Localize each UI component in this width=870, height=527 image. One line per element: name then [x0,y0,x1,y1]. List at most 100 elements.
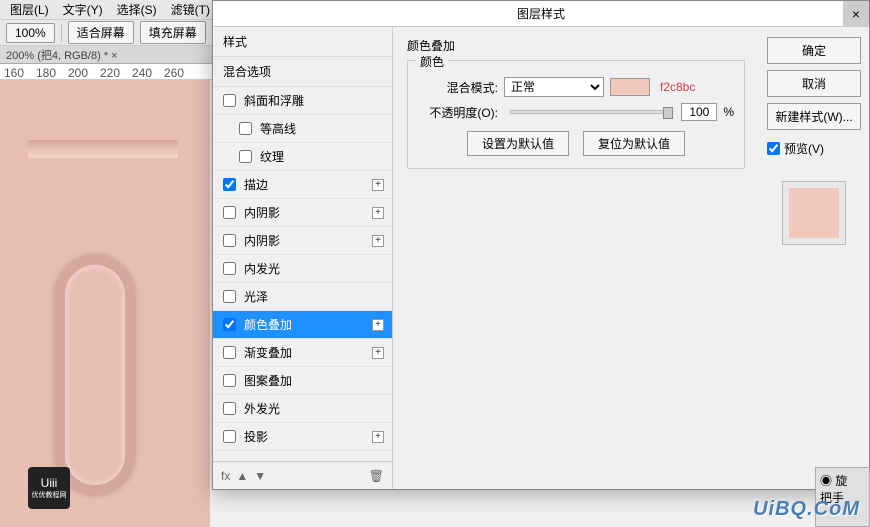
style-gradient-overlay[interactable]: 渐变叠加 + [213,339,392,367]
styles-footer: fx ▲ ▼ 🗑 [213,461,392,489]
plus-icon[interactable]: + [372,431,384,443]
arrow-up-icon[interactable]: ▲ [236,469,248,483]
style-label: 渐变叠加 [244,344,292,361]
style-contour[interactable]: 等高线 [213,115,392,143]
checkbox[interactable] [223,234,236,247]
new-style-button[interactable]: 新建样式(W)... [767,103,861,130]
checkbox[interactable] [223,206,236,219]
settings-panel: 颜色叠加 颜色 混合模式: 正常 f2c8bc 不透明度(O): % 设置为默认… [393,27,759,489]
logo-line1: Uiii [41,476,58,490]
checkbox[interactable] [223,430,236,443]
style-label: 斜面和浮雕 [244,92,304,109]
logo-line2: 优优教程网 [32,490,67,500]
checkbox[interactable] [223,262,236,275]
checkbox[interactable] [223,374,236,387]
slider-thumb[interactable] [663,107,673,119]
blend-mode-label: 混合模式: [418,79,498,96]
plus-icon[interactable]: + [372,179,384,191]
style-label: 等高线 [260,120,296,137]
color-group: 颜色 混合模式: 正常 f2c8bc 不透明度(O): % 设置为默认值 复位为… [407,60,745,169]
style-label: 内发光 [244,260,280,277]
ruler-tick: 160 [4,66,24,80]
styles-header: 样式 [213,27,392,57]
styles-column: 样式 混合选项 斜面和浮雕 等高线 纹理 描边 + 内阴影 + 内阴影 + 内发光 光… [213,27,393,489]
style-label: 描边 [244,176,268,193]
checkbox[interactable] [223,290,236,303]
ruler-tick: 180 [36,66,56,80]
opacity-slider[interactable] [510,110,669,114]
close-icon[interactable]: × [843,1,869,27]
plus-icon[interactable]: + [372,207,384,219]
layer-style-dialog: 图层样式 × 样式 混合选项 斜面和浮雕 等高线 纹理 描边 + 内阴影 + 内阴影… [212,0,870,490]
checkbox[interactable] [223,318,236,331]
ok-button[interactable]: 确定 [767,37,861,64]
style-color-overlay[interactable]: 颜色叠加 + [213,311,392,339]
cancel-button[interactable]: 取消 [767,70,861,97]
checkbox[interactable] [239,150,252,163]
plus-icon[interactable]: + [372,347,384,359]
preview-label: 预览(V) [784,140,824,157]
color-hex: f2c8bc [660,80,695,94]
dialog-titlebar[interactable]: 图层样式 × [213,1,869,27]
ruler-tick: 260 [164,66,184,80]
style-label: 光泽 [244,288,268,305]
fill-screen-button[interactable]: 填充屏幕 [140,21,206,44]
separator [61,24,62,42]
fit-screen-button[interactable]: 适合屏幕 [68,21,134,44]
style-bevel[interactable]: 斜面和浮雕 [213,87,392,115]
blend-mode-select[interactable]: 正常 [504,77,604,97]
style-label: 内阴影 [244,232,280,249]
arrow-down-icon[interactable]: ▼ [254,469,266,483]
plus-icon[interactable]: + [372,319,384,331]
preview-swatch [782,181,846,245]
opacity-input[interactable] [681,103,717,121]
canvas-shape-capsule [55,255,135,495]
blend-options-row[interactable]: 混合选项 [213,57,392,87]
style-inner-shadow[interactable]: 内阴影 + [213,227,392,255]
uiii-logo: Uiii 优优教程网 [28,467,70,509]
zoom-value[interactable]: 100% [6,23,55,43]
style-drop-shadow[interactable]: 投影 + [213,423,392,451]
style-outer-glow[interactable]: 外发光 [213,395,392,423]
checkbox[interactable] [223,178,236,191]
fx-icon[interactable]: fx [221,469,230,483]
checkbox[interactable] [223,94,236,107]
panel-tab[interactable]: ◉ 旋 [820,472,865,489]
trash-icon[interactable]: 🗑 [369,469,384,483]
menu-select[interactable]: 选择(S) [111,0,163,20]
style-texture[interactable]: 纹理 [213,143,392,171]
checkbox[interactable] [223,402,236,415]
style-label: 内阴影 [244,204,280,221]
style-inner-glow[interactable]: 内发光 [213,255,392,283]
style-label: 外发光 [244,400,280,417]
group-title: 颜色 [416,53,448,70]
checkbox[interactable] [223,346,236,359]
style-pattern-overlay[interactable]: 图案叠加 [213,367,392,395]
menu-layer[interactable]: 图层(L) [4,0,55,20]
panel-title: 颜色叠加 [407,37,745,54]
menu-type[interactable]: 文字(Y) [57,0,109,20]
ruler-tick: 200 [68,66,88,80]
style-label: 投影 [244,428,268,445]
plus-icon[interactable]: + [372,235,384,247]
color-swatch[interactable] [610,78,650,96]
dialog-right-column: 确定 取消 新建样式(W)... 预览(V) [759,27,869,489]
style-label: 图案叠加 [244,372,292,389]
style-stroke[interactable]: 描边 + [213,171,392,199]
style-satin[interactable]: 光泽 [213,283,392,311]
make-default-button[interactable]: 设置为默认值 [467,131,569,156]
style-inner-shadow[interactable]: 内阴影 + [213,199,392,227]
menu-filter[interactable]: 滤镜(T) [165,0,216,20]
canvas-shape-bar [28,140,178,158]
dialog-title: 图层样式 [517,5,565,22]
watermark: UiBQ.CoM [753,498,860,521]
ruler-tick: 220 [100,66,120,80]
style-label: 颜色叠加 [244,316,292,333]
style-label: 纹理 [260,148,284,165]
opacity-label: 不透明度(O): [418,104,498,121]
reset-default-button[interactable]: 复位为默认值 [583,131,685,156]
ruler-tick: 240 [132,66,152,80]
preview-checkbox[interactable] [767,142,780,155]
opacity-unit: % [723,105,734,119]
checkbox[interactable] [239,122,252,135]
